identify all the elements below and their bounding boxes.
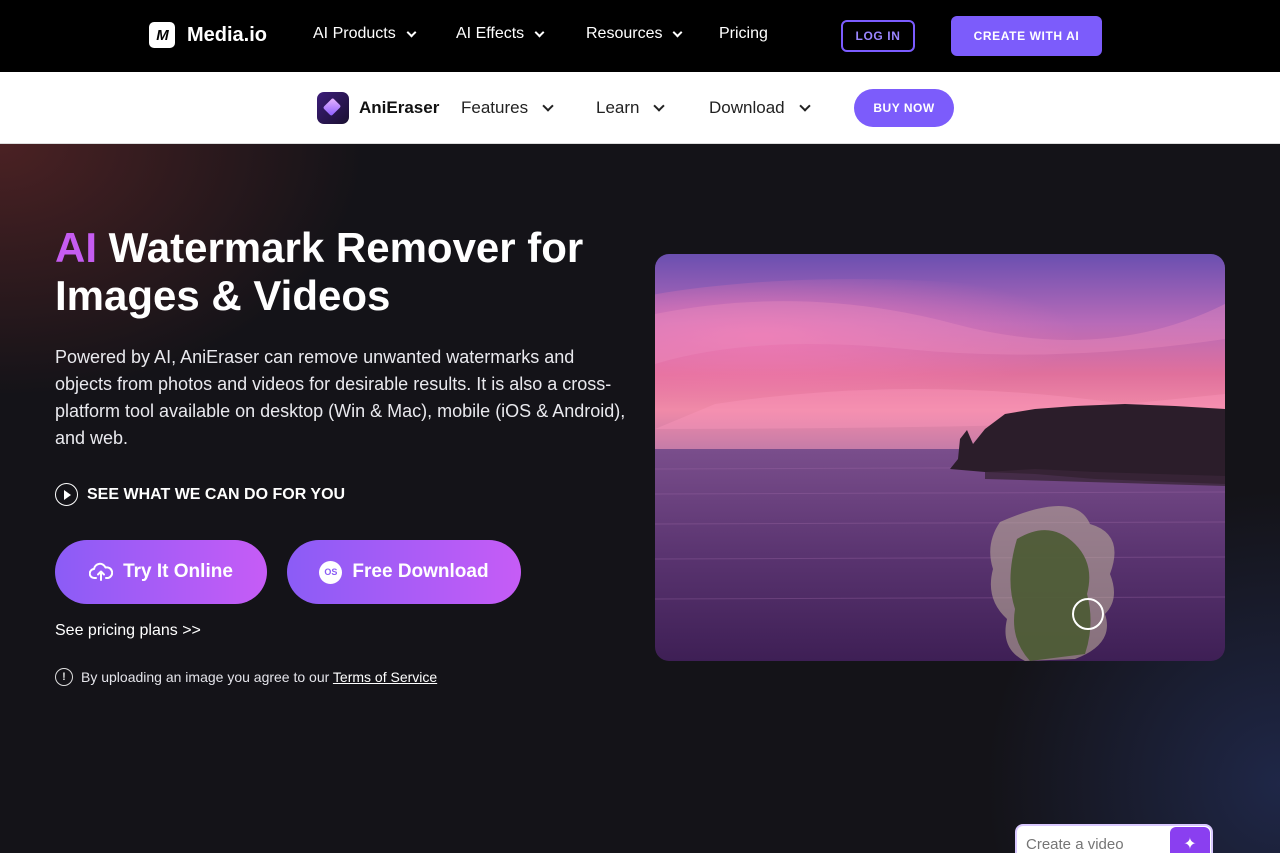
demo-image <box>655 254 1225 661</box>
try-it-online-button[interactable]: Try It Online <box>55 540 267 604</box>
nav-item-pricing[interactable]: Pricing <box>719 25 768 43</box>
try-button-label: Try It Online <box>123 561 233 582</box>
product-name: AniEraser <box>359 98 440 117</box>
nav-item-label: AI Effects <box>456 25 525 42</box>
see-link-label: SEE WHAT WE CAN DO FOR YOU <box>87 485 346 503</box>
chevron-down-icon <box>673 27 683 37</box>
chevron-down-icon <box>406 27 417 37</box>
cloud-upload-icon <box>89 562 114 581</box>
nav-item-label: AI Products <box>313 25 396 42</box>
title-accent: AI <box>55 224 97 271</box>
chevron-down-icon <box>798 100 811 112</box>
subnav-item-features[interactable]: Features <box>461 98 556 118</box>
pricing-plans-link[interactable]: See pricing plans >> <box>55 622 201 640</box>
nav-item-ai-products[interactable]: AI Products <box>313 25 419 43</box>
sunset-sea-illustration <box>655 254 1225 661</box>
media-io-logo-icon: M <box>149 22 175 48</box>
nav-item-resources[interactable]: Resources <box>586 25 685 43</box>
buy-now-button[interactable]: BUY NOW <box>854 89 954 127</box>
brand-name: Media.io <box>187 23 268 46</box>
product-logo[interactable]: AniEraser <box>317 92 439 124</box>
info-icon: ! <box>55 668 73 686</box>
download-button-label: Free Download <box>352 561 489 582</box>
create-with-ai-button[interactable]: CREATE WITH AI <box>951 16 1102 56</box>
chevron-down-icon <box>542 100 554 112</box>
subnav-item-label: Download <box>709 98 785 117</box>
subnav-item-label: Learn <box>596 98 640 117</box>
chevron-down-icon <box>653 100 666 112</box>
free-download-button[interactable]: OS Free Download <box>287 540 521 604</box>
subnav-item-learn[interactable]: Learn <box>596 98 667 118</box>
nav-item-ai-effects[interactable]: AI Effects <box>456 25 547 43</box>
login-button[interactable]: LOG IN <box>841 20 915 52</box>
top-navigation: M Media.io AI Products AI Effects Resour… <box>0 0 1280 72</box>
see-what-we-can-do-link[interactable]: SEE WHAT WE CAN DO FOR YOU <box>55 483 345 506</box>
brand-logo[interactable]: M Media.io <box>149 22 267 48</box>
hero-section: AI Watermark Remover for Images & Videos… <box>0 144 1280 853</box>
nav-item-label: Pricing <box>719 25 768 42</box>
title-rest: Watermark Remover for Images & Videos <box>55 224 584 319</box>
play-circle-icon <box>55 483 78 506</box>
sparkle-icon[interactable]: ✦ <box>1170 827 1210 853</box>
subnav-item-download[interactable]: Download <box>709 98 813 118</box>
hero-description: Powered by AI, AniEraser can remove unwa… <box>55 347 626 448</box>
terms-of-service-link[interactable]: Terms of Service <box>333 669 437 685</box>
terms-notice: ! By uploading an image you agree to our… <box>55 668 437 686</box>
anieraser-logo-icon <box>317 92 349 124</box>
page-title: AI Watermark Remover for Images & Videos <box>55 224 635 320</box>
create-video-input[interactable] <box>1026 836 1166 853</box>
product-navigation: AniEraser Features Learn Download BUY NO… <box>0 72 1280 144</box>
subnav-item-label: Features <box>461 98 529 117</box>
terms-text: By uploading an image you agree to our T… <box>81 669 437 685</box>
terms-prefix: By uploading an image you agree to our <box>81 669 333 685</box>
nav-item-label: Resources <box>586 25 663 42</box>
create-video-widget: ✦ <box>1015 824 1213 853</box>
os-icon: OS <box>319 560 343 584</box>
chevron-down-icon <box>534 27 545 37</box>
